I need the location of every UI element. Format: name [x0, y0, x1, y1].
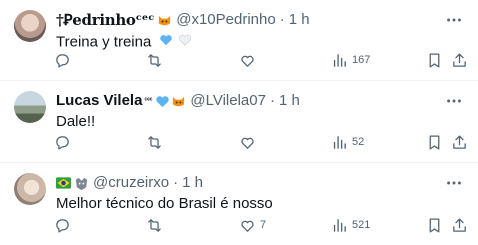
reply-text: Melhor técnico do Brasil é nosso — [56, 195, 273, 212]
share-button[interactable] — [451, 215, 468, 235]
reply-button[interactable] — [54, 50, 75, 70]
views-button[interactable]: 52 — [331, 132, 364, 152]
more-options-icon[interactable] — [444, 91, 464, 111]
bookmark-icon — [429, 217, 440, 233]
reply-text: Treina y treina — [56, 32, 193, 52]
reply-text-content: Treina y treina — [56, 33, 152, 51]
avatar[interactable] — [14, 173, 46, 205]
reply-item[interactable]: Lucas Vilela ᶜᵉᶜ @LVilela07 · 1 h Dale!! — [0, 81, 478, 163]
retweet-icon — [148, 218, 161, 232]
bookmark-button[interactable] — [426, 215, 443, 235]
action-bar: 7 521 — [48, 215, 470, 235]
bookmark-icon — [429, 52, 440, 68]
avatar[interactable] — [14, 91, 46, 123]
separator-dot: · — [173, 174, 179, 191]
user-handle[interactable]: @x10Pedrinho — [176, 11, 275, 29]
retweet-button[interactable] — [146, 50, 167, 70]
reply-header: †Ꝑedrinhoᶜᵉᶜ @x10Pedrinho · 1 h — [56, 11, 310, 29]
bookmark-icon — [429, 134, 440, 150]
like-button[interactable] — [239, 50, 260, 70]
separator-dot: · — [269, 92, 275, 109]
views-icon — [333, 53, 346, 67]
name-superscript: ᶜᵉᶜ — [144, 97, 153, 104]
retweet-button[interactable] — [146, 132, 167, 152]
views-count: 167 — [352, 54, 371, 66]
reply-header: Lucas Vilela ᶜᵉᶜ @LVilela07 · 1 h — [56, 92, 300, 110]
action-bar: 167 — [48, 50, 470, 70]
like-button[interactable]: 7 — [239, 215, 266, 235]
reply-icon — [56, 53, 69, 68]
timestamp[interactable]: 1 h — [289, 11, 310, 29]
reply-button[interactable] — [54, 215, 75, 235]
fox-crest-icon — [74, 176, 89, 191]
heart-icon — [241, 220, 254, 232]
timestamp[interactable]: 1 h — [279, 92, 300, 110]
cat-emoji-icon — [171, 94, 186, 109]
more-options-icon[interactable] — [444, 173, 464, 193]
views-count: 52 — [352, 136, 365, 148]
retweet-icon — [148, 53, 161, 67]
separator-dot: · — [279, 11, 285, 28]
brazil-flag-icon — [56, 176, 71, 191]
like-button[interactable] — [239, 132, 260, 152]
heart-icon — [241, 55, 254, 67]
reply-icon — [56, 218, 69, 233]
blue-heart-icon — [159, 32, 174, 47]
views-icon — [333, 135, 346, 149]
views-button[interactable]: 521 — [331, 215, 370, 235]
bookmark-button[interactable] — [426, 50, 443, 70]
views-icon — [333, 218, 346, 232]
timestamp[interactable]: 1 h — [182, 174, 203, 192]
reply-icon — [56, 135, 69, 150]
bookmark-button[interactable] — [426, 132, 443, 152]
reply-button[interactable] — [54, 132, 75, 152]
reply-text: Dale!! — [56, 113, 96, 130]
heart-icon — [241, 137, 254, 149]
display-name[interactable]: Lucas Vilela — [56, 92, 142, 110]
views-button[interactable]: 167 — [331, 50, 370, 70]
views-count: 521 — [352, 219, 371, 231]
share-icon — [453, 134, 466, 149]
cat-emoji-icon — [157, 13, 172, 28]
user-handle[interactable]: @cruzeirxo — [93, 174, 169, 192]
share-button[interactable] — [451, 50, 468, 70]
blue-heart-icon — [155, 94, 170, 109]
share-button[interactable] — [451, 132, 468, 152]
retweet-icon — [148, 135, 161, 149]
user-handle[interactable]: @LVilela07 — [190, 92, 266, 110]
white-heart-icon — [178, 32, 193, 47]
reply-header: @cruzeirxo · 1 h — [56, 174, 203, 192]
reply-item[interactable]: @cruzeirxo · 1 h Melhor técnico do Brasi… — [0, 163, 478, 245]
display-name[interactable]: †Ꝑedrinhoᶜᵉᶜ — [56, 11, 155, 29]
share-icon — [453, 217, 466, 232]
reply-item[interactable]: †Ꝑedrinhoᶜᵉᶜ @x10Pedrinho · 1 h Treina y… — [0, 0, 478, 81]
like-count: 7 — [260, 219, 267, 231]
retweet-button[interactable] — [146, 215, 167, 235]
avatar[interactable] — [14, 10, 46, 42]
more-options-icon[interactable] — [444, 10, 464, 30]
share-icon — [453, 52, 466, 67]
action-bar: 52 — [48, 132, 470, 152]
